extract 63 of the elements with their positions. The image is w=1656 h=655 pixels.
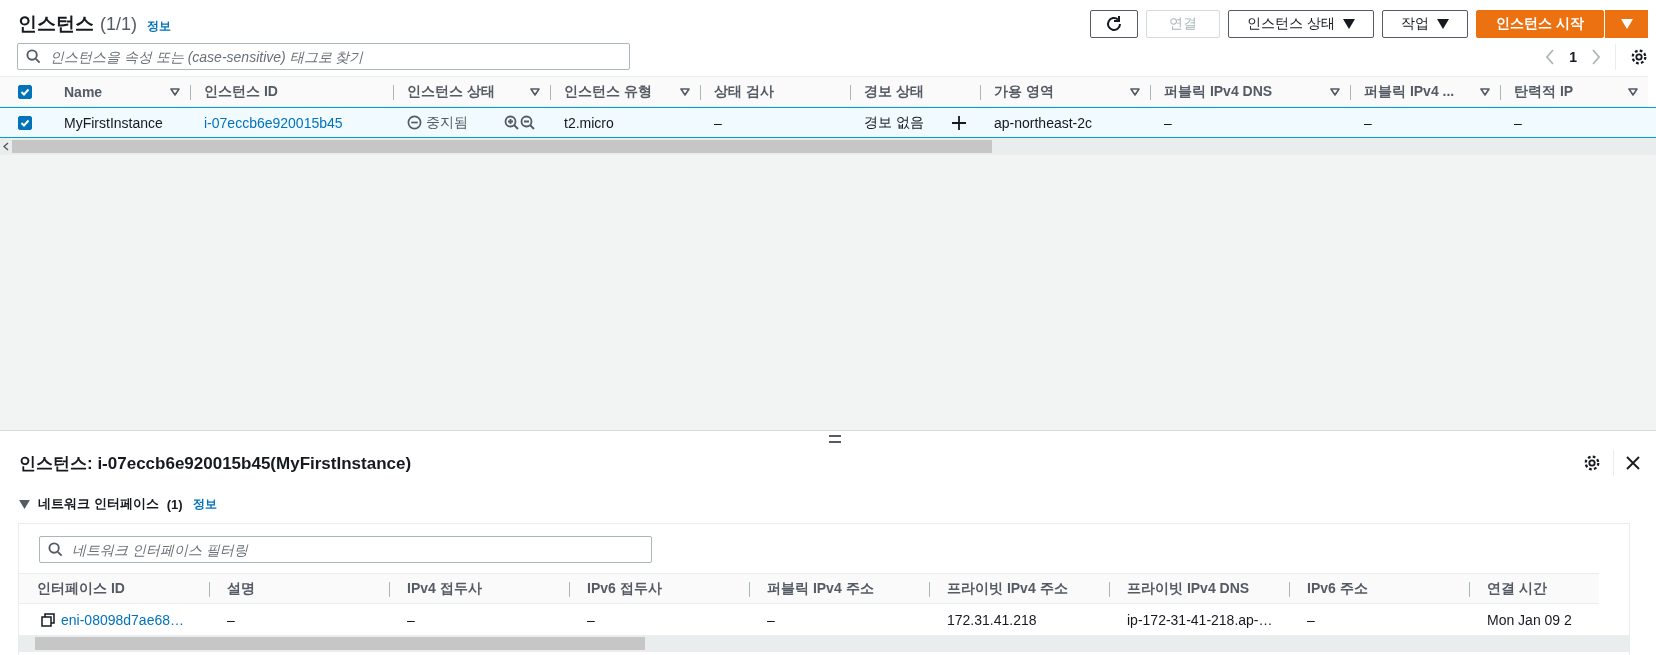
table-cell: MyFirstInstance [64,114,163,131]
caret-icon[interactable] [19,499,30,509]
filter-icon[interactable] [530,87,540,96]
details-title: 인스턴스: i-07eccb6e920015b45(MyFirstInstance) [19,452,412,475]
column-header[interactable]: Name [64,83,103,100]
filter-icon[interactable] [1480,87,1490,96]
page-title: 인스턴스 [18,12,94,36]
instance-count: (1/1) [100,14,137,35]
filter-icon[interactable] [1628,87,1638,96]
table-cell: t2.micro [564,114,614,131]
settings-icon[interactable] [1583,454,1601,472]
table-cell: – [714,114,722,131]
instance-state: 중지됨 [426,113,468,132]
resize-handle[interactable] [829,435,841,443]
scroll-left-icon[interactable] [3,142,9,151]
refresh-button[interactable] [1090,10,1139,38]
table-cell: – [587,611,595,628]
section-title: 네트워크 인터페이스 [38,495,159,513]
table-cell: – [1307,611,1315,628]
column-header[interactable]: 설명 [227,579,255,598]
interface-count: (1) [166,496,183,512]
launch-options-button[interactable] [1604,10,1648,38]
table-cell: – [1364,114,1372,131]
instance-row[interactable]: MyFirstInstance i-07eccb6e920015b45 중지됨 t2.micro – 경보 없음 ap-northeast-2c – – – [0,107,1656,138]
table-cell: ap-northeast-2c [994,114,1093,131]
caret-icon [1620,19,1633,29]
close-icon[interactable] [1626,456,1640,470]
info-link[interactable]: 정보 [147,18,171,35]
alarm-status: 경보 없음 [864,113,924,132]
filter-icon[interactable] [1130,87,1140,96]
filter-icon[interactable] [170,87,180,96]
info-link[interactable]: 정보 [192,495,217,513]
row-checkbox[interactable] [18,115,32,130]
filter-icon[interactable] [1330,87,1340,96]
table-cell: – [1514,114,1522,131]
filter-icon[interactable] [680,87,690,96]
stopped-icon [407,115,422,130]
zoom-icon[interactable] [504,114,536,131]
refresh-icon [1105,15,1124,33]
page-number[interactable]: 1 [1569,48,1577,65]
search-icon [26,49,41,64]
copy-icon[interactable] [41,612,55,627]
interface-id-link[interactable]: eni-08098d7ae68… [61,611,184,628]
caret-icon [1343,19,1355,29]
plus-icon[interactable] [952,115,966,130]
instance-id-link[interactable]: i-07eccb6e920015b45 [204,114,343,131]
table-cell: – [227,611,235,628]
dropdown-button[interactable]: 인스턴스 상태 [1228,10,1374,38]
table-cell: – [1164,114,1172,131]
dropdown-button[interactable]: 작업 [1382,10,1468,38]
table-cell: – [767,611,775,628]
table-cell: 172.31.41.218 [947,611,1037,628]
table-cell: Mon Jan 09 2 [1487,611,1572,628]
search-icon [48,542,63,557]
horizontal-scrollbar[interactable] [0,138,1656,155]
select-all-checkbox[interactable] [18,84,32,99]
table-cell: – [407,611,415,628]
table-cell: ip-172-31-41-218.ap-… [1127,611,1273,628]
filter-field[interactable]: 네트워크 인터페이스 필터링 [39,536,652,563]
search-field[interactable]: 인스턴스을 속성 또는 (case-sensitive) 태그로 찾기 [17,43,630,70]
settings-icon[interactable] [1630,47,1648,66]
horizontal-scrollbar[interactable] [19,635,1629,652]
caret-icon [1437,19,1449,29]
